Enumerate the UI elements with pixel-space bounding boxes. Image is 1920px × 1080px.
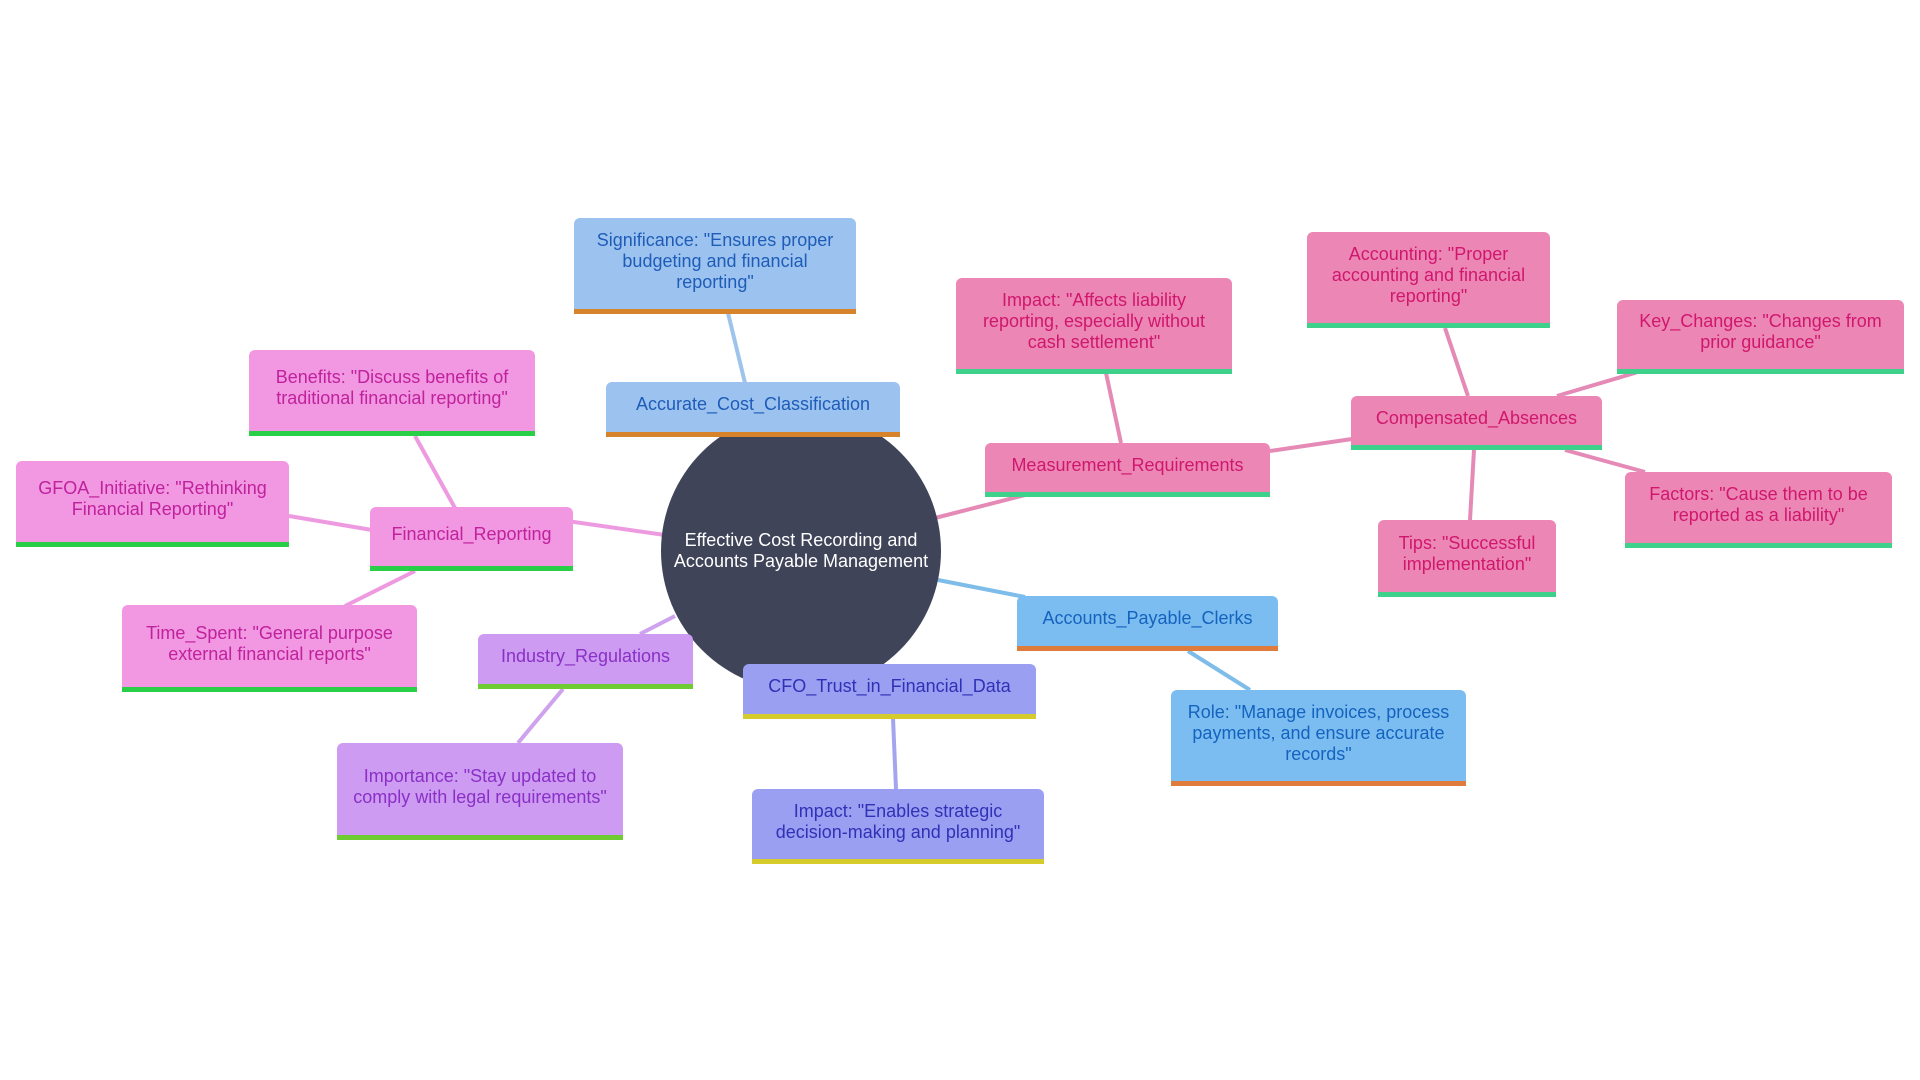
node-accounting[interactable]: Accounting: "Proper accounting and finan… (1307, 232, 1550, 328)
node-compensated-label: Compensated_Absences (1375, 407, 1578, 428)
node-financial-reporting[interactable]: Financial_Reporting (370, 507, 573, 571)
node-cfo-label: CFO_Trust_in_Financial_Data (768, 676, 1011, 696)
edge-root-measurement (934, 493, 1026, 520)
edge-root-financial-reporting (559, 518, 666, 537)
node-industry-label: Industry_Regulations (500, 646, 671, 666)
edge-root-apc (937, 578, 1026, 599)
edge-compensated-key-changes (1556, 370, 1639, 398)
edge-compensated-tips (1468, 449, 1476, 521)
node-accounts-payable-clerks[interactable]: Accounts_Payable_Clerks (1017, 596, 1278, 651)
edge-compensated-accounting (1443, 327, 1470, 397)
node-gfoa-initiative[interactable]: GFOA_Initiative: "Rethinking Financial R… (16, 461, 289, 547)
root-node[interactable]: Effective Cost Recording and Accounts Pa… (661, 411, 941, 691)
node-financial-reporting-label: Financial_Reporting (391, 523, 552, 544)
node-tips-label: Tips: "Successful implementation" (1398, 532, 1536, 574)
edge-compensated-factors (1564, 448, 1646, 474)
edge-accurate-cost-significance (726, 312, 747, 384)
node-significance-label: Significance: "Ensures proper budgeting … (596, 229, 834, 292)
node-role[interactable]: Role: "Manage invoices, process payments… (1171, 690, 1466, 786)
node-time-spent-label: Time_Spent: "General purpose external fi… (146, 622, 393, 664)
node-industry-regulations[interactable]: Industry_Regulations (478, 634, 693, 689)
node-impact-liability[interactable]: Impact: "Affects liability reporting, es… (956, 278, 1232, 374)
node-key-changes[interactable]: Key_Changes: "Changes from prior guidanc… (1617, 300, 1904, 374)
node-key-changes-label: Key_Changes: "Changes from prior guidanc… (1639, 311, 1882, 352)
node-importance[interactable]: Importance: "Stay updated to comply with… (337, 743, 623, 840)
root-node-label: Effective Cost Recording and Accounts Pa… (673, 530, 929, 571)
node-importance-label: Importance: "Stay updated to comply with… (353, 765, 607, 807)
node-significance[interactable]: Significance: "Ensures proper budgeting … (574, 218, 856, 314)
node-accurate-cost-label: Accurate_Cost_Classification (635, 394, 871, 414)
node-accounting-label: Accounting: "Proper accounting and finan… (1331, 243, 1526, 306)
node-factors-label: Factors: "Cause them to be reported as a… (1649, 484, 1868, 525)
node-cfo-trust[interactable]: CFO_Trust_in_Financial_Data (743, 664, 1036, 719)
edge-financial-reporting-time-spent (344, 569, 416, 608)
edge-measurement-compensated (1269, 437, 1353, 453)
edge-apc-role (1186, 649, 1252, 692)
node-impact-strategic-label: Impact: "Enables strategic decision-maki… (775, 800, 1021, 842)
node-benefits[interactable]: Benefits: "Discuss benefits of tradition… (249, 350, 535, 436)
node-apc-label: Accounts_Payable_Clerks (1042, 608, 1253, 628)
node-compensated-absences[interactable]: Compensated_Absences (1351, 396, 1602, 450)
edge-financial-reporting-gfoa (288, 514, 373, 532)
node-tips[interactable]: Tips: "Successful implementation" (1378, 520, 1556, 597)
node-factors[interactable]: Factors: "Cause them to be reported as a… (1625, 472, 1892, 548)
node-gfoa-label: GFOA_Initiative: "Rethinking Financial R… (38, 478, 267, 519)
edge-financial-reporting-benefits (413, 435, 457, 509)
node-role-label: Role: "Manage invoices, process payments… (1187, 701, 1450, 764)
edge-industry-importance (516, 687, 565, 745)
node-impact-strategic[interactable]: Impact: "Enables strategic decision-maki… (752, 789, 1044, 864)
node-benefits-label: Benefits: "Discuss benefits of tradition… (275, 367, 509, 408)
node-accurate-cost-classification[interactable]: Accurate_Cost_Classification (606, 382, 900, 437)
node-measurement-requirements[interactable]: Measurement_Requirements (985, 443, 1270, 497)
node-time-spent[interactable]: Time_Spent: "General purpose external fi… (122, 605, 417, 692)
node-impact-liability-label: Impact: "Affects liability reporting, es… (982, 289, 1206, 352)
edge-root-industry (639, 614, 676, 636)
edge-measurement-impact (1104, 372, 1123, 444)
node-measurement-label: Measurement_Requirements (1011, 454, 1244, 475)
edge-cfo-impact (891, 717, 898, 790)
